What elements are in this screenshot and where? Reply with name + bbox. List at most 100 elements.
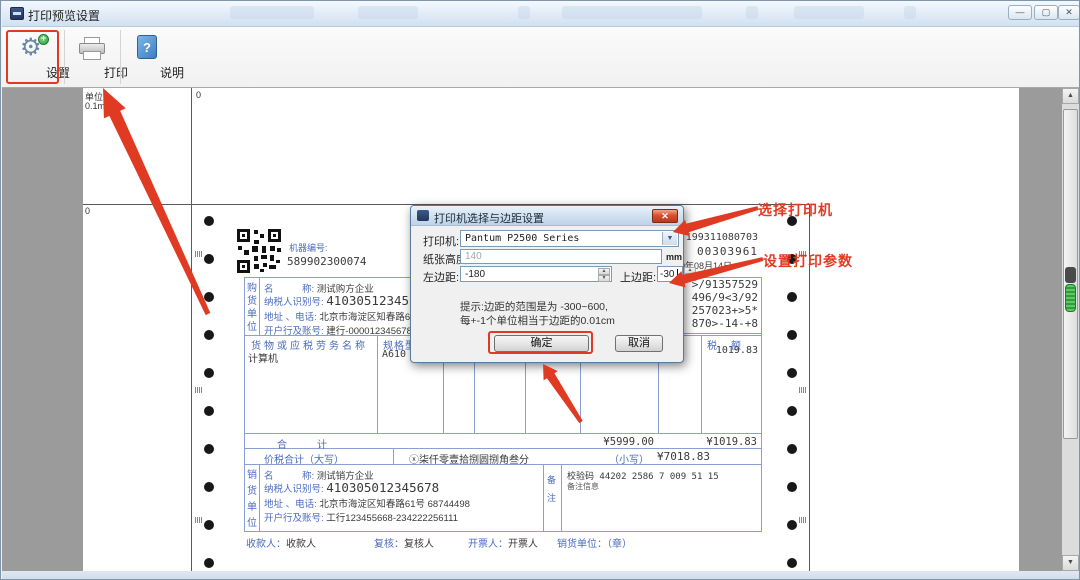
paper-height-unit: mm [666, 252, 682, 262]
remark-side-label: 备注 [547, 471, 559, 507]
annotation-set-params: 设置打印参数 [763, 251, 853, 271]
dialog-icon [417, 210, 429, 221]
footer-label: 销货单位：（章） [557, 539, 632, 550]
left-margin-value: -180 [465, 269, 485, 280]
text-caret [677, 269, 678, 280]
feed-hole [787, 292, 797, 302]
buyer-address-row: 地址 、电话: 北京市海淀区知春路61号 [264, 309, 425, 323]
total-tax: ¥1019.83 [661, 436, 757, 448]
invoice-line [393, 448, 394, 464]
feed-hole [204, 254, 214, 264]
daxie-label: 价税合计（大写） [264, 451, 344, 466]
invoice-column-line [377, 335, 378, 433]
ok-highlight-box [488, 331, 593, 354]
spin-down-icon[interactable]: ▼ [684, 274, 696, 281]
seller-taxid-row: 纳税人识别号: 410305012345678 [264, 480, 439, 495]
remark-info: 备注信息 [567, 481, 599, 492]
field-label: 纳税人识别号: [264, 297, 324, 308]
ruler-zero-left: 0 [85, 206, 90, 216]
field-value: 410305012345678 [326, 480, 439, 495]
field-label: 地址 、电话: [264, 312, 317, 323]
feed-hole [204, 482, 214, 492]
printer-select[interactable]: Pantum P2500 Series ▼ [460, 230, 679, 247]
field-label: 地址 、电话: [264, 499, 317, 510]
ruler-vertical-line [191, 88, 192, 571]
dialog-title-bar[interactable]: 打印机选择与边距设置 ✕ [411, 206, 683, 226]
feed-hole [787, 330, 797, 340]
qr-code [236, 228, 282, 274]
footer-value: 收款人 [286, 539, 316, 550]
field-label: 开户行及账号: [264, 513, 324, 524]
settings-highlight-box [6, 30, 59, 84]
feed-hole [787, 406, 797, 416]
item-name: 计算机 [248, 350, 278, 365]
perforation-mark [799, 387, 808, 393]
daxie-value: ⓧ柒仟零壹拾捌圆捌角叁分 [409, 451, 529, 466]
feed-hole [787, 368, 797, 378]
seller-address-row: 地址 、电话: 北京市海淀区知春路61号 68744498 [264, 496, 470, 510]
spin-down-icon[interactable]: ▼ [598, 275, 610, 282]
printer-label: 打印机: [423, 233, 459, 249]
left-margin-spinner[interactable]: ▲▼ [598, 268, 610, 280]
footer-reviewer: 复核：复核人 [374, 535, 434, 550]
feed-hole [204, 330, 214, 340]
machine-no-value: 589902300074 [287, 255, 366, 268]
perforation-mark [195, 517, 204, 523]
paper-height-field[interactable]: 140 [460, 249, 662, 264]
annotation-select-printer: 选择打印机 [758, 200, 833, 220]
machine-no-label: 机器编号: [289, 241, 328, 254]
buyer-side-label: 购货单位 [247, 282, 260, 334]
top-margin-spinner[interactable]: ▲▼ [684, 267, 696, 281]
footer-seal: 销货单位：（章） [557, 535, 632, 550]
printer-select-value: Pantum P2500 Series [465, 233, 579, 244]
footer-payee: 收款人：收款人 [246, 535, 316, 550]
spin-up-icon[interactable]: ▲ [684, 267, 696, 274]
seller-bank-row: 开户行及账号: 工行123455668-234222256111 [264, 510, 458, 524]
spin-up-icon[interactable]: ▲ [598, 268, 610, 275]
dialog-hint-line1: 提示:边距的范围是为 -300~600, [460, 299, 608, 314]
invoice-line [244, 531, 762, 532]
cancel-button[interactable]: 取消 [615, 335, 663, 352]
app-window: 打印预览设置 — ▢ ✕ ⚙ 设置 打印 ? 说明 单位 0.1mm [0, 0, 1080, 580]
left-margin-field[interactable]: -180 ▲▼ [460, 266, 612, 282]
feed-hole [787, 444, 797, 454]
field-label: 开户行及账号: [264, 326, 324, 337]
feed-hole [204, 444, 214, 454]
feed-hole [204, 216, 214, 226]
feed-hole [204, 292, 214, 302]
feed-hole [787, 520, 797, 530]
field-value: 北京市海淀区知春路61号 68744498 [319, 499, 469, 510]
feed-hole [204, 558, 214, 568]
dialog-close-icon[interactable]: ✕ [652, 209, 678, 223]
footer-label: 开票人： [468, 539, 508, 550]
feed-hole [204, 520, 214, 530]
feed-hole [787, 482, 797, 492]
perforation-mark [195, 251, 204, 257]
scrollbar-green-indicator [1065, 284, 1076, 312]
buyer-bank-row: 开户行及账号: 建行-000012345678 [264, 323, 412, 337]
scroll-up-icon[interactable]: ▲ [1062, 88, 1079, 104]
feed-hole [204, 406, 214, 416]
total-label: 合 计 [277, 436, 327, 451]
chevron-down-icon[interactable]: ▼ [662, 232, 677, 245]
ruler-unit-value: 0.1mm [85, 101, 113, 111]
top-margin-value: -30 [660, 269, 674, 280]
dialog-hint-line2: 每+-1个单位相当于边距的0.01cm [460, 313, 615, 328]
invoice-line [561, 464, 562, 531]
perforation-mark [195, 387, 204, 393]
top-margin-field[interactable]: -30 [657, 266, 683, 282]
scroll-down-icon[interactable]: ▼ [1062, 555, 1079, 571]
footer-drawer: 开票人：开票人 [468, 535, 538, 550]
xiaoxie-value: ¥7018.83 [657, 450, 710, 463]
invoice-line [244, 277, 245, 532]
invoice-line [761, 277, 762, 532]
dialog-title: 打印机选择与边距设置 [434, 210, 544, 226]
scrollbar-grip[interactable] [1065, 267, 1076, 283]
ruler-zero-top: 0 [196, 90, 201, 100]
buyer-taxid-row: 纳税人识别号: 41030512345678 [264, 293, 432, 308]
item-spec: A610 [382, 349, 406, 360]
left-margin-label: 左边距: [423, 269, 459, 285]
invoice-line [543, 464, 544, 531]
top-margin-label: 上边距: [620, 269, 656, 285]
vertical-scrollbar[interactable]: ▲ ▼ [1062, 88, 1079, 571]
